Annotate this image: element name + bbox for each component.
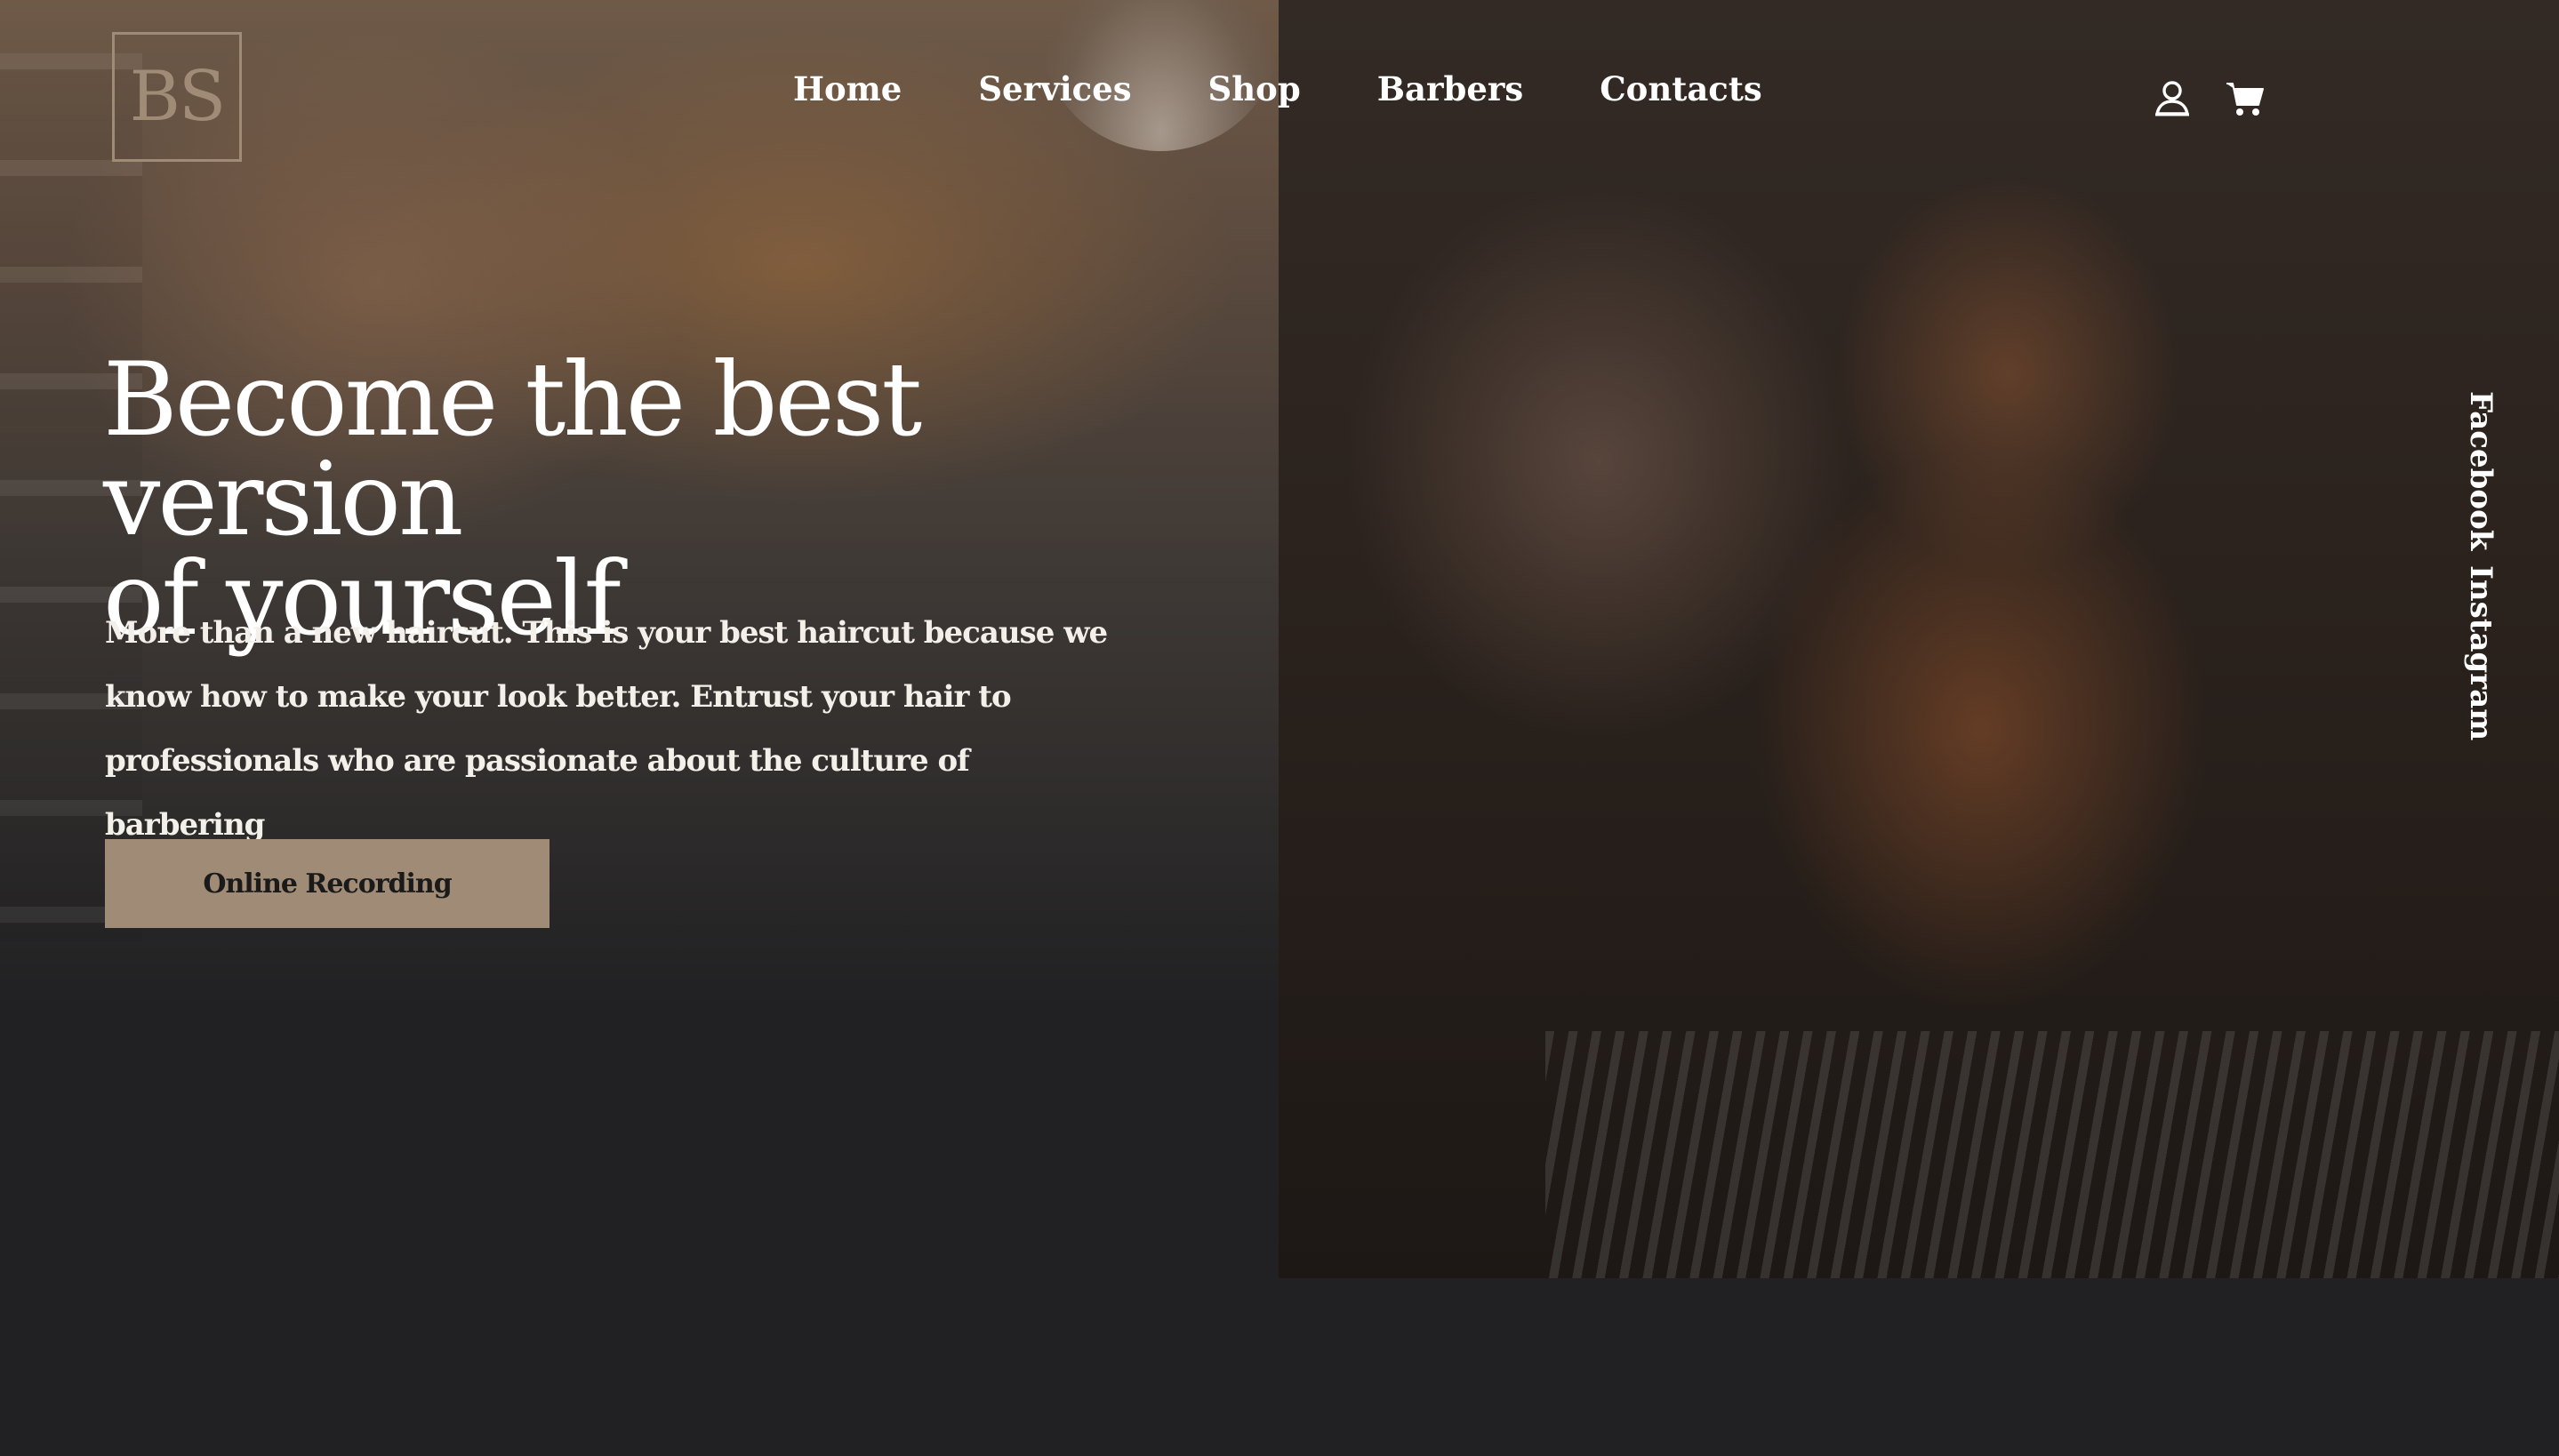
hero-background-image-right: [1279, 0, 2559, 1278]
social-link-facebook[interactable]: Facebook: [2463, 391, 2499, 550]
nav-item-services[interactable]: Services: [978, 69, 1131, 108]
nav-item-home[interactable]: Home: [793, 69, 902, 108]
nav-item-shop[interactable]: Shop: [1208, 69, 1301, 108]
user-icon[interactable]: [2152, 78, 2193, 119]
cart-icon[interactable]: [2225, 78, 2266, 119]
social-links: Facebook Instagram: [2463, 391, 2516, 740]
online-recording-button[interactable]: Online Recording: [105, 839, 550, 928]
hero-title-line-1: Become the best version: [103, 340, 922, 558]
header-actions: [2152, 78, 2266, 119]
nav-item-barbers[interactable]: Barbers: [1377, 69, 1523, 108]
social-link-instagram[interactable]: Instagram: [2463, 565, 2499, 740]
page-bottom-band: [0, 1278, 2559, 1456]
hero-description: More than a new haircut. This is your be…: [105, 615, 1108, 843]
nav-item-contacts[interactable]: Contacts: [1600, 69, 1762, 108]
main-nav: Home Services Shop Barbers Contacts: [793, 69, 1762, 108]
brand-logo[interactable]: BS: [112, 32, 242, 162]
